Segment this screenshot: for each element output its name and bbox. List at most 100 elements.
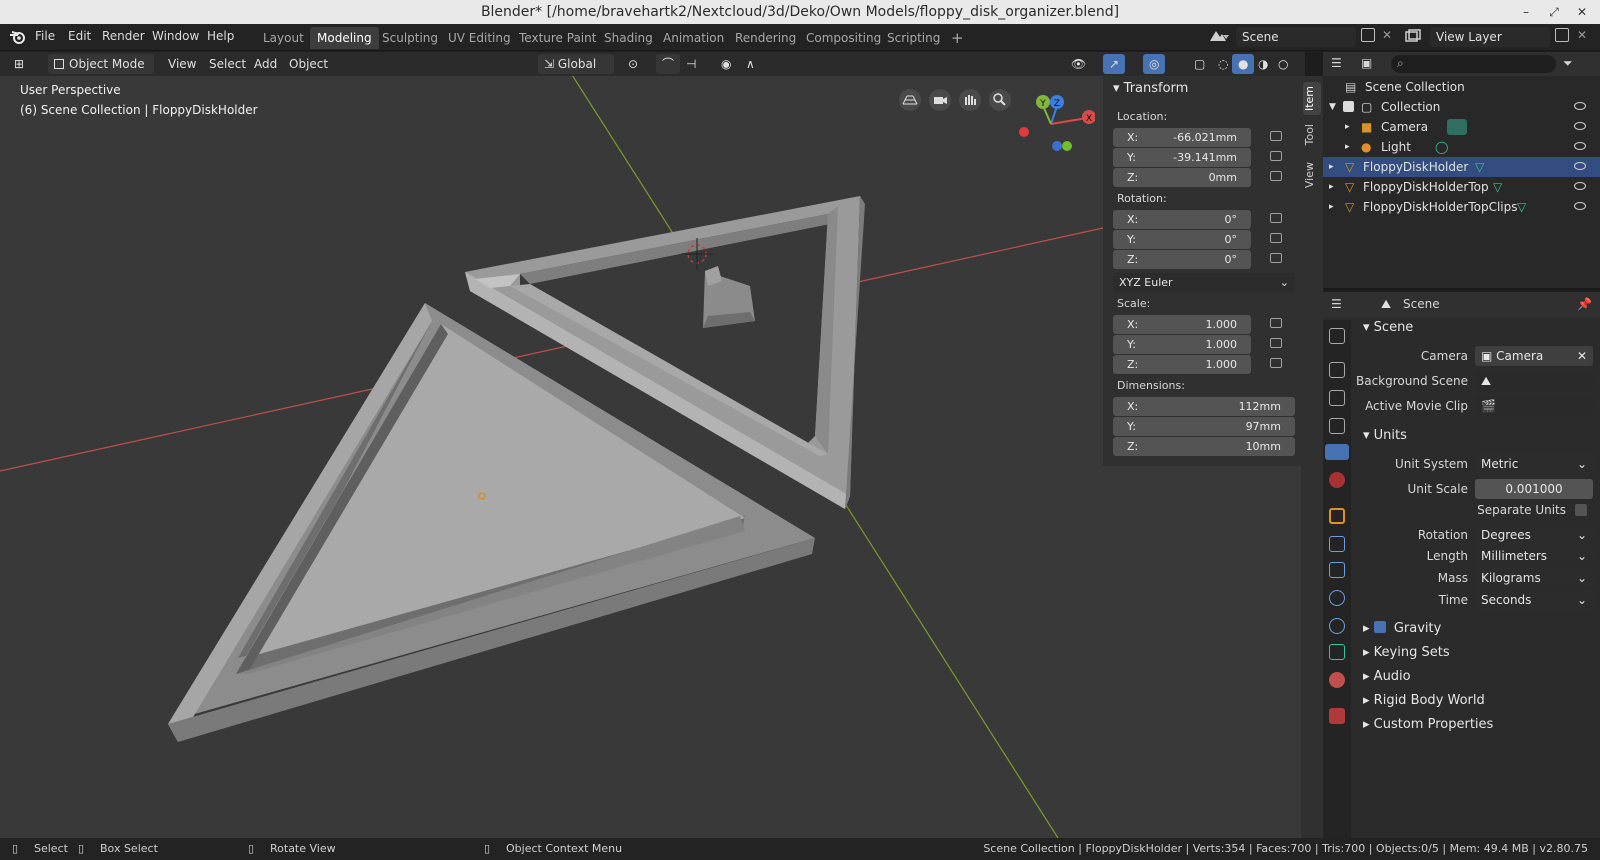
tab-modeling[interactable]: Modeling <box>310 27 379 49</box>
pivot-point-icon[interactable]: ⊙ <box>622 54 644 74</box>
lock-icon[interactable] <box>1270 318 1282 328</box>
outliner-row-floppy-disk-holder-top[interactable]: ▸ ▽ FloppyDiskHolderTop ▽ <box>1323 177 1600 197</box>
add-workspace-button[interactable]: + <box>944 27 971 49</box>
menu-object[interactable]: Object <box>283 54 334 74</box>
mass-units-dropdown[interactable]: Kilograms ⌄ <box>1475 568 1593 588</box>
menu-select[interactable]: Select <box>203 54 252 74</box>
scene-section-header[interactable]: ▾ Scene <box>1363 320 1413 335</box>
tab-scripting[interactable]: Scripting <box>880 27 947 49</box>
dimensions-z-field[interactable]: Z: 10mm <box>1113 437 1295 456</box>
mesh-data-icon[interactable]: ▽ <box>1493 177 1502 197</box>
modifier-tab-icon[interactable] <box>1329 536 1345 552</box>
lock-icon[interactable] <box>1270 131 1282 141</box>
scene-tab-icon[interactable] <box>1325 444 1349 460</box>
unit-scale-field[interactable]: 0.001000 <box>1475 479 1593 499</box>
close-button[interactable]: ✕ <box>1570 0 1594 24</box>
location-z-field[interactable]: Z: 0mm <box>1113 168 1251 187</box>
tab-item[interactable]: Item <box>1303 82 1321 116</box>
material-tab-icon[interactable] <box>1329 672 1345 688</box>
tab-tool[interactable]: Tool <box>1303 120 1321 149</box>
rotation-x-field[interactable]: X: 0° <box>1113 210 1251 229</box>
visibility-eye-icon[interactable] <box>1574 162 1586 170</box>
visibility-eye-icon[interactable] <box>1574 122 1586 130</box>
constraints-tab-icon[interactable] <box>1329 618 1345 634</box>
scale-x-field[interactable]: X: 1.000 <box>1113 315 1251 334</box>
rotation-y-field[interactable]: Y: 0° <box>1113 230 1251 249</box>
rotation-z-field[interactable]: Z: 0° <box>1113 250 1251 269</box>
expand-arrow-icon[interactable]: ▸ <box>1329 177 1334 197</box>
dimensions-y-field[interactable]: Y: 97mm <box>1113 417 1295 436</box>
visibility-eye-icon[interactable] <box>1574 142 1586 150</box>
audio-section-header[interactable]: ▸ Audio <box>1363 669 1411 684</box>
gizmo-toggle-icon[interactable]: ↗ <box>1103 54 1126 74</box>
scale-z-field[interactable]: Z: 1.000 <box>1113 355 1251 374</box>
lock-icon[interactable] <box>1270 151 1282 161</box>
visibility-eye-icon[interactable] <box>1574 182 1586 190</box>
particles-tab-icon[interactable] <box>1329 562 1345 578</box>
maximize-button[interactable]: ⤢ <box>1542 0 1566 24</box>
mesh-data-icon[interactable]: ▽ <box>1475 157 1484 177</box>
visibility-icon[interactable]: 👁 <box>1065 54 1092 74</box>
mode-selector[interactable]: Object Mode <box>48 54 154 74</box>
expand-arrow-icon[interactable]: ▸ <box>1345 137 1350 157</box>
properties-editor-icon[interactable]: ☰ <box>1331 297 1342 311</box>
unit-system-dropdown[interactable]: Metric ⌄ <box>1475 454 1593 474</box>
tab-animation[interactable]: Animation <box>656 27 731 49</box>
orientation-selector[interactable]: ⇲ Global <box>538 54 614 74</box>
proportional-edit-icon[interactable]: ◉ <box>715 54 737 74</box>
menu-file[interactable]: File <box>35 29 55 43</box>
gravity-section-header[interactable]: ▸ Gravity <box>1363 621 1441 636</box>
tab-shading[interactable]: Shading <box>597 27 660 49</box>
mesh-data-icon[interactable]: ▽ <box>1517 197 1526 217</box>
camera-field[interactable]: ▣ Camera ✕ <box>1475 346 1593 366</box>
render-tab-icon[interactable] <box>1329 362 1345 378</box>
view-layer-icon[interactable] <box>1404 29 1426 45</box>
expand-arrow-icon[interactable]: ▸ <box>1345 117 1350 137</box>
xray-icon[interactable]: ▢ <box>1188 54 1211 74</box>
physics-tab-icon[interactable] <box>1329 590 1345 606</box>
visibility-eye-icon[interactable] <box>1574 202 1586 210</box>
delete-view-layer-icon[interactable]: ✕ <box>1577 28 1587 42</box>
light-data-icon[interactable]: ◯ <box>1435 137 1448 157</box>
delete-scene-icon[interactable]: ✕ <box>1382 28 1392 42</box>
outliner-row-scene-collection[interactable]: ▤ Scene Collection <box>1323 77 1600 97</box>
tab-compositing[interactable]: Compositing <box>799 27 888 49</box>
visibility-eye-icon[interactable] <box>1574 102 1586 110</box>
clear-icon[interactable]: ✕ <box>1577 346 1587 366</box>
tool-tab-icon[interactable] <box>1329 328 1345 344</box>
tab-texture-paint[interactable]: Texture Paint <box>512 27 603 49</box>
editor-type-icon[interactable]: ⊞ <box>8 54 40 74</box>
rotation-mode-dropdown[interactable]: XYZ Euler ⌄ <box>1113 273 1295 292</box>
tab-rendering[interactable]: Rendering <box>728 27 803 49</box>
camera-data-icon[interactable] <box>1447 119 1467 135</box>
output-tab-icon[interactable] <box>1329 390 1345 406</box>
outliner-row-camera[interactable]: ▸ ■ Camera <box>1323 117 1600 137</box>
lock-icon[interactable] <box>1270 171 1282 181</box>
tab-sculpting[interactable]: Sculpting <box>375 27 445 49</box>
expand-arrow-icon[interactable]: ▸ <box>1329 157 1334 177</box>
outliner-row-light[interactable]: ▸ ● Light ◯ <box>1323 137 1600 157</box>
object-tab-icon[interactable] <box>1329 508 1345 524</box>
minimize-button[interactable]: – <box>1514 0 1538 24</box>
rotation-units-dropdown[interactable]: Degrees ⌄ <box>1475 525 1593 545</box>
location-y-field[interactable]: Y: -39.141mm <box>1113 148 1251 167</box>
filter-icon[interactable]: ⏷ <box>1563 56 1573 71</box>
tab-view[interactable]: View <box>1303 158 1321 192</box>
keying-sets-section-header[interactable]: ▸ Keying Sets <box>1363 645 1450 660</box>
background-scene-field[interactable]: ⛰ <box>1475 371 1593 391</box>
dimensions-x-field[interactable]: X: 112mm <box>1113 397 1295 416</box>
lock-icon[interactable] <box>1270 358 1282 368</box>
menu-view[interactable]: View <box>162 54 202 74</box>
rigid-body-world-section-header[interactable]: ▸ Rigid Body World <box>1363 693 1485 708</box>
expand-arrow-icon[interactable]: ▼ <box>1329 97 1336 117</box>
outliner-row-floppy-disk-holder[interactable]: ▸ ▽ FloppyDiskHolder ▽ <box>1323 157 1600 177</box>
lock-icon[interactable] <box>1270 338 1282 348</box>
checkbox-icon[interactable] <box>1343 101 1354 112</box>
length-units-dropdown[interactable]: Millimeters ⌄ <box>1475 546 1593 566</box>
outliner-row-floppy-disk-holder-top-clips[interactable]: ▸ ▽ FloppyDiskHolderTopClips ▽ <box>1323 197 1600 217</box>
separate-units-checkbox[interactable] <box>1575 504 1587 516</box>
outliner-search-input[interactable]: ⌕ <box>1391 55 1556 73</box>
falloff-icon[interactable]: ∧ <box>740 54 761 74</box>
snap-target-icon[interactable]: ⊣ <box>680 54 702 74</box>
lock-icon[interactable] <box>1270 213 1282 223</box>
